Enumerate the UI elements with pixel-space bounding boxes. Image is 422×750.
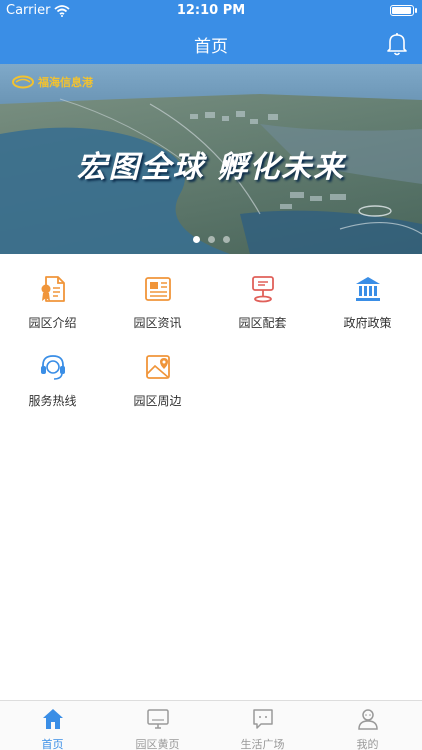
newspaper-icon	[145, 277, 171, 301]
headset-icon	[41, 355, 65, 380]
chat-icon	[253, 709, 273, 729]
grid-item-label: 服务热线	[28, 394, 77, 408]
grid-item-label: 园区资讯	[133, 316, 182, 330]
tab-yellow-pages[interactable]: 园区黄页	[105, 701, 210, 750]
status-bar: Carrier 12:10 PM	[0, 0, 422, 22]
clock: 12:10 PM	[176, 3, 246, 18]
tab-mine[interactable]: 我的	[315, 701, 420, 750]
user-icon	[358, 709, 378, 730]
tab-home[interactable]: 首页	[0, 701, 105, 750]
tab-label: 首页	[41, 738, 64, 750]
bell-icon[interactable]	[386, 32, 408, 56]
home-icon	[43, 709, 63, 729]
sign-icon	[252, 276, 274, 303]
grid-item-label: 园区配套	[238, 316, 287, 330]
logo-icon	[12, 75, 34, 89]
tab-label: 园区黄页	[135, 738, 180, 750]
grid-item-park-news[interactable]: 园区资讯	[105, 254, 210, 332]
certificate-icon	[41, 276, 65, 302]
banner-slogan: 宏图全球 孵化未来	[76, 150, 346, 185]
page-title: 首页	[194, 37, 228, 57]
tab-life-square[interactable]: 生活广场	[210, 701, 315, 750]
grid-item-park-surroundings[interactable]: 园区周边	[105, 332, 210, 410]
feature-grid: 园区介绍 园区资讯 园区配套 政府政策 服务热线 园区周边	[0, 254, 422, 700]
grid-item-gov-policy[interactable]: 政府政策	[315, 254, 420, 332]
grid-item-park-facilities[interactable]: 园区配套	[210, 254, 315, 332]
grid-item-label: 园区周边	[133, 394, 182, 408]
carousel-dot[interactable]	[192, 236, 200, 243]
government-icon	[356, 277, 380, 301]
grid-item-park-intro[interactable]: 园区介绍	[0, 254, 105, 332]
monitor-icon	[147, 709, 169, 729]
map-icon	[146, 355, 170, 379]
tab-bar: 首页 园区黄页 生活广场 我的	[0, 700, 422, 750]
banner-logo: 福海信息港	[12, 74, 93, 90]
tab-label: 我的	[356, 738, 379, 750]
banner-carousel[interactable]: 福海信息港 宏图全球 孵化未来	[0, 64, 422, 254]
logo-text: 福海信息港	[38, 76, 93, 89]
carousel-dot[interactable]	[207, 236, 215, 243]
battery-fill	[392, 7, 411, 14]
carousel-dot[interactable]	[222, 236, 230, 243]
grid-item-label: 政府政策	[343, 316, 392, 330]
header: Carrier 12:10 PM 首页	[0, 0, 422, 64]
tab-label: 生活广场	[240, 738, 285, 750]
grid-item-label: 园区介绍	[28, 316, 77, 330]
battery-icon	[390, 5, 417, 16]
grid-item-service-hotline[interactable]: 服务热线	[0, 332, 105, 410]
carousel-indicator	[0, 236, 422, 243]
